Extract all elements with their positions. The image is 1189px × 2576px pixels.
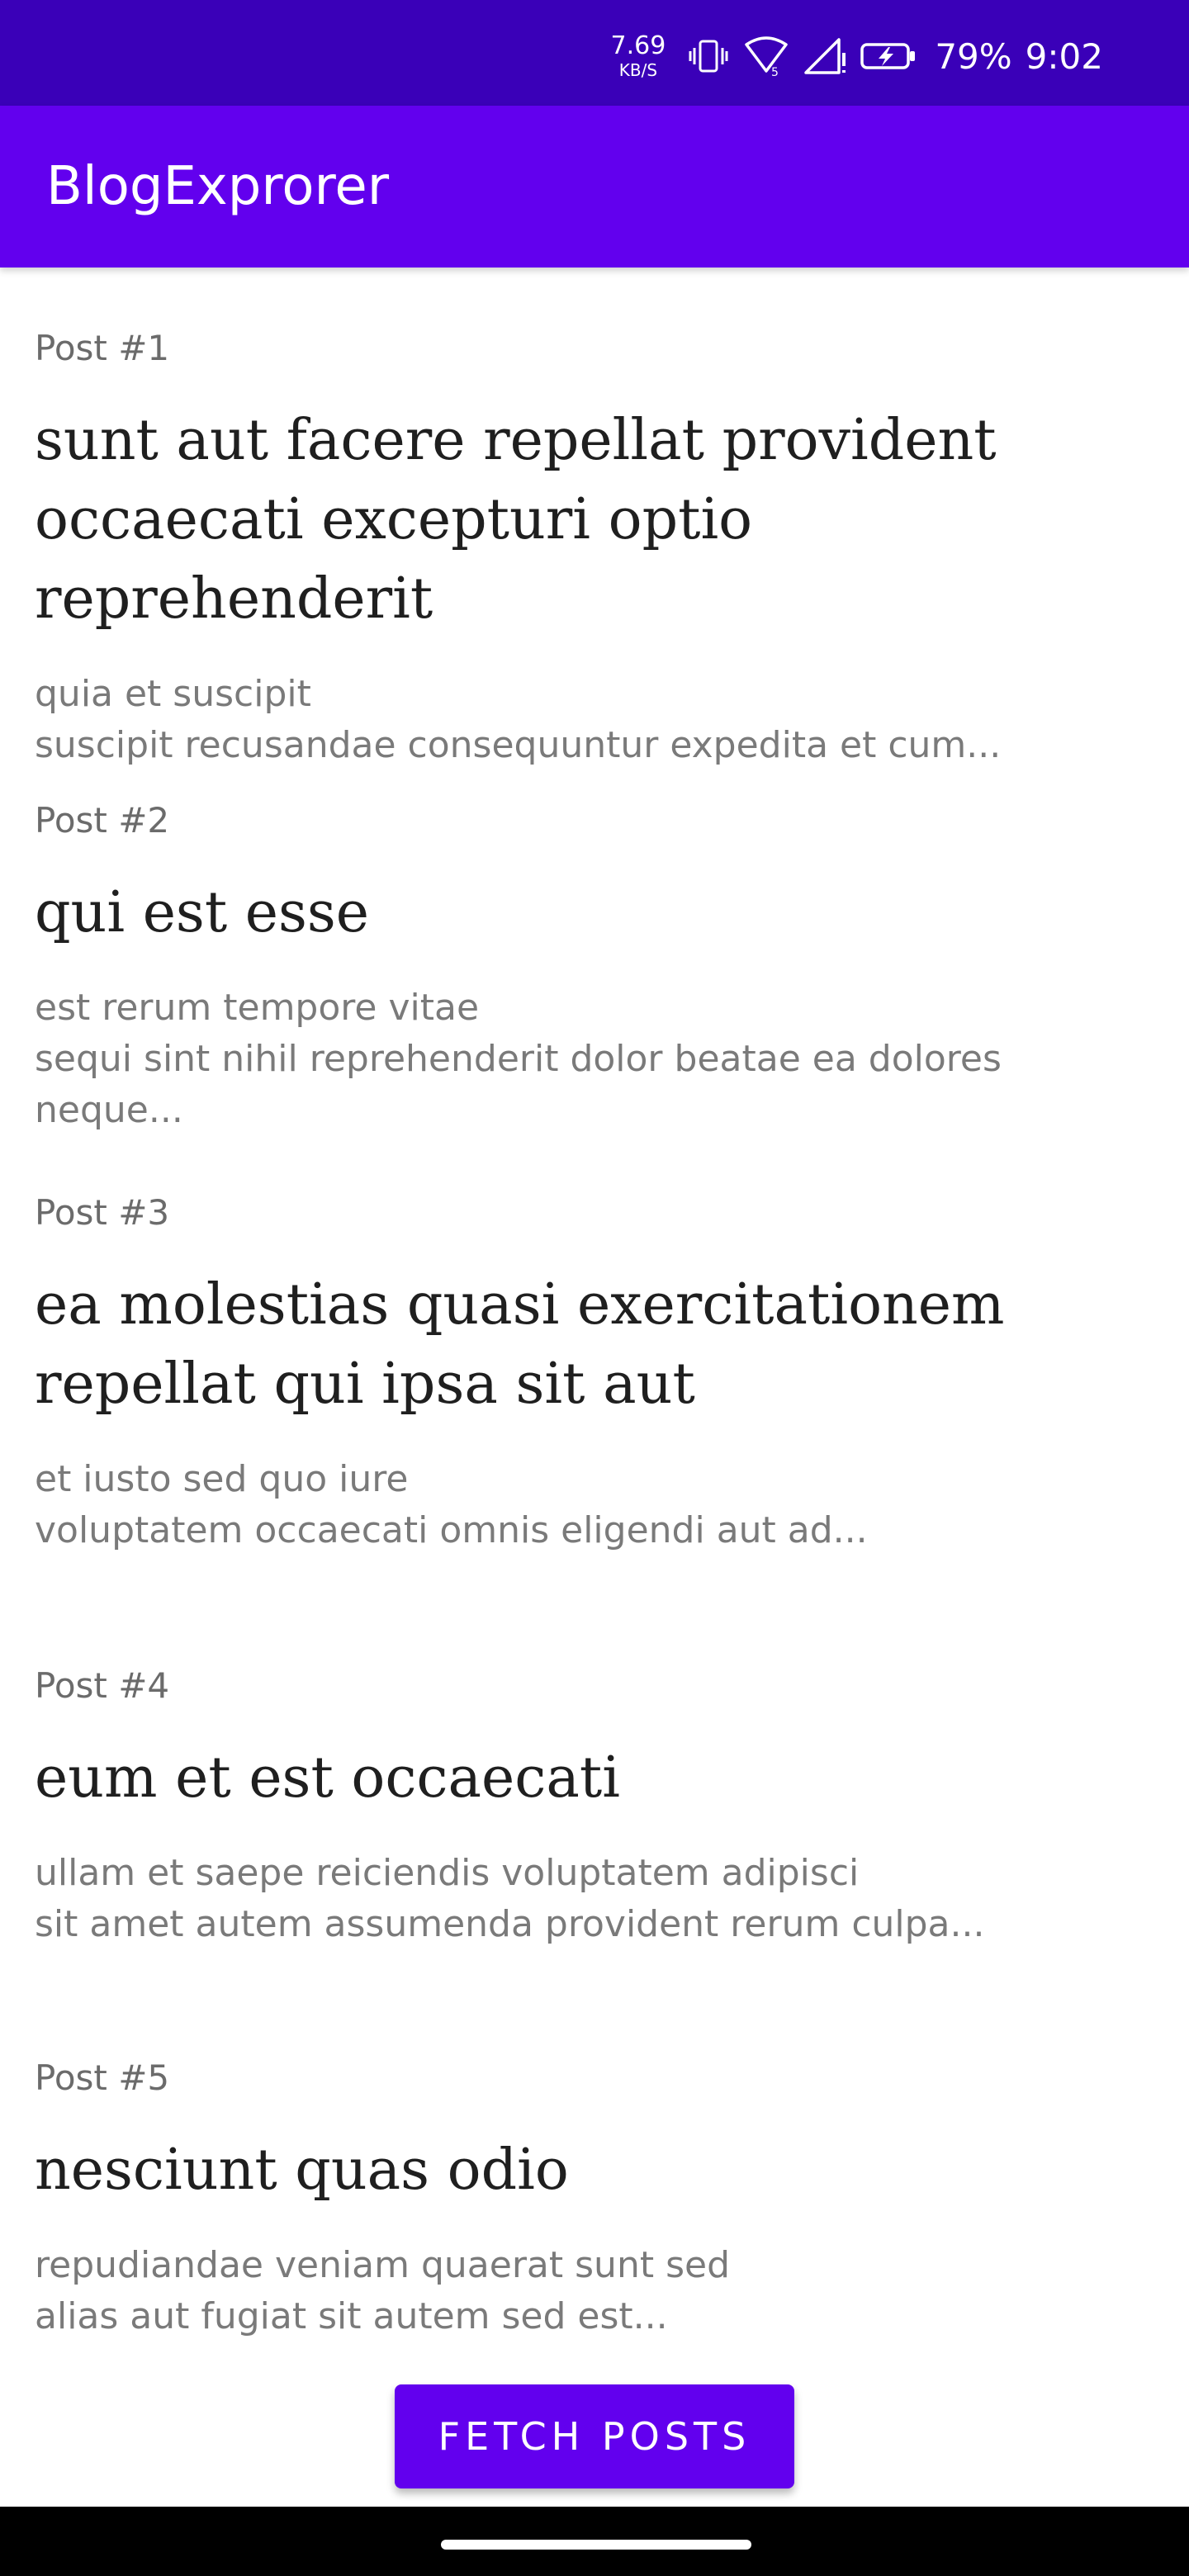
wifi-icon: 5 (745, 36, 789, 79)
post-title: qui est esse (35, 880, 370, 945)
fetch-posts-button[interactable]: FETCH POSTS (395, 2384, 794, 2488)
navigation-bar (0, 2507, 1189, 2576)
post-number: Post #2 (35, 800, 170, 841)
network-speed-value: 7.69 (610, 31, 666, 60)
posts-list[interactable]: Post #1 sunt aut facere repellat provide… (0, 268, 1189, 2507)
network-speed-unit: KB/S (618, 60, 658, 80)
post-number: Post #3 (35, 1192, 170, 1233)
post-item[interactable]: Post #2 qui est esse est rerum tempore v… (35, 798, 1158, 1136)
post-title: sunt aut facere repellat provident occae… (35, 408, 997, 632)
post-number: Post #5 (35, 2057, 170, 2098)
post-body: quia et suscipit suscipit recusandae con… (35, 673, 1002, 766)
post-body: est rerum tempore vitae sequi sint nihil… (35, 987, 1002, 1131)
vibrate-icon (689, 40, 728, 73)
app-bar: BlogExprorer (0, 106, 1189, 268)
app-title: BlogExprorer (46, 156, 390, 217)
post-title: ea molestias quasi exercitationem repell… (35, 1272, 1005, 1417)
post-body: et iusto sed quo iure voluptatem occaeca… (35, 1458, 868, 1551)
post-body: ullam et saepe reiciendis voluptatem adi… (35, 1852, 985, 1945)
status-bar: 7.69 KB/S 5 79% 9:02 (0, 0, 1189, 106)
status-bar-right: 7.69 KB/S 5 79% 9:02 (611, 25, 1103, 88)
home-indicator[interactable] (441, 2540, 751, 2550)
post-item[interactable]: Post #4 eum et est occaecati ullam et sa… (35, 1663, 1158, 1950)
post-item[interactable]: Post #1 sunt aut facere repellat provide… (35, 325, 1158, 771)
battery-charging-icon (860, 43, 916, 69)
battery-percent: 79% (935, 36, 1012, 77)
post-item[interactable]: Post #5 nesciunt quas odio repudiandae v… (35, 2055, 1158, 2342)
post-title: eum et est occaecati (35, 1745, 620, 1811)
network-speed: 7.69 KB/S (610, 31, 666, 80)
signal-icon (804, 38, 846, 74)
post-number: Post #1 (35, 328, 170, 368)
post-body: repudiandae veniam quaerat sunt sed alia… (35, 2244, 730, 2337)
post-title: nesciunt quas odio (35, 2138, 569, 2203)
post-number: Post #4 (35, 1665, 170, 1706)
svg-text:5: 5 (771, 66, 779, 79)
post-item[interactable]: Post #3 ea molestias quasi exercitatione… (35, 1190, 1158, 1556)
screen: 7.69 KB/S 5 79% 9:02 BlogExprorer Post #… (0, 0, 1189, 2576)
clock: 9:02 (1025, 36, 1103, 77)
